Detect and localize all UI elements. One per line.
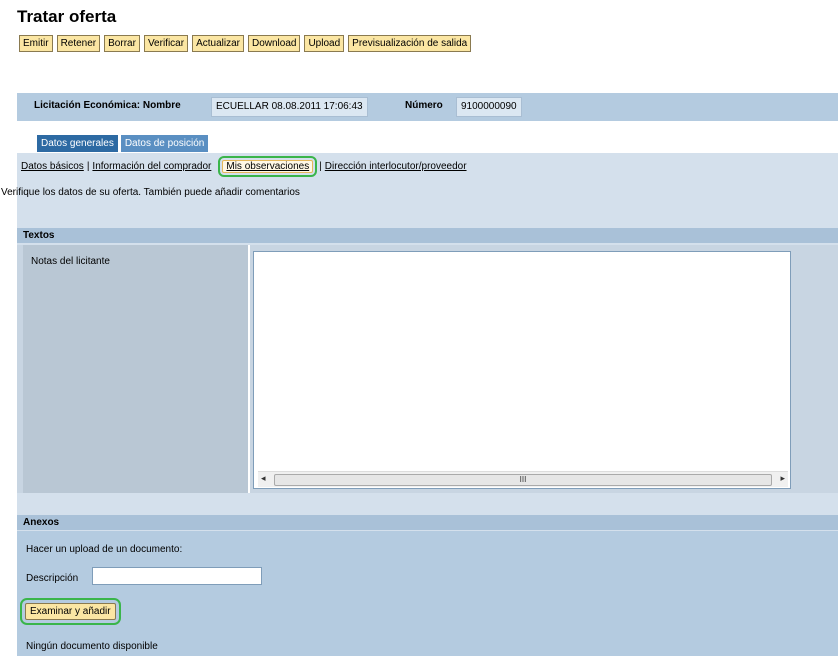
download-button[interactable]: Download: [247, 35, 301, 52]
notes-textarea[interactable]: [253, 251, 791, 489]
bid-name-value: ECUELLAR 08.08.2011 17:06:43: [211, 97, 368, 117]
upload-instruction: Hacer un upload de un documento:: [26, 544, 183, 555]
scroll-right-icon[interactable]: ▸: [780, 473, 785, 484]
browse-add-button[interactable]: Examinar y añadir: [20, 598, 121, 625]
description-input[interactable]: [92, 567, 262, 585]
scroll-left-icon[interactable]: ◂: [261, 473, 266, 484]
emitir-button[interactable]: Emitir: [19, 35, 53, 52]
subnav-mis-observaciones[interactable]: Mis observaciones: [218, 156, 318, 177]
subnav-datos-basicos[interactable]: Datos básicos: [21, 161, 84, 172]
anexos-section-header: Anexos: [17, 515, 838, 530]
toolbar: Emitir Retener Borrar Verificar Actualiz…: [19, 35, 472, 52]
subnav-direccion-interlocutor[interactable]: Dirección interlocutor/proveedor: [325, 161, 467, 172]
subnav: Datos básicos | Información del comprado…: [21, 156, 467, 177]
notes-horizontal-scrollbar[interactable]: ◂ III ▸: [258, 471, 788, 487]
no-documents-text: Ningún documento disponible: [26, 641, 158, 652]
page-title: Tratar oferta: [17, 7, 117, 26]
textos-label-column: [23, 245, 250, 493]
bid-number-label: Número: [405, 100, 443, 111]
subnav-info-comprador[interactable]: Información del comprador: [92, 161, 211, 172]
description-label: Descripción: [26, 573, 79, 584]
main-tabs: Datos generales Datos de posición: [37, 135, 209, 152]
preview-output-button[interactable]: Previsualización de salida: [348, 35, 472, 52]
subnav-separator: |: [86, 161, 90, 172]
actualizar-button[interactable]: Actualizar: [192, 35, 244, 52]
tab-datos-posicion[interactable]: Datos de posición: [120, 135, 209, 152]
retener-button[interactable]: Retener: [56, 35, 101, 52]
borrar-button[interactable]: Borrar: [104, 35, 140, 52]
upload-button[interactable]: Upload: [304, 35, 345, 52]
textos-section-header: Textos: [17, 228, 838, 243]
verificar-button[interactable]: Verificar: [143, 35, 189, 52]
intro-text: Verifique los datos de su oferta. Tambié…: [1, 187, 300, 198]
tab-datos-generales[interactable]: Datos generales: [37, 135, 118, 152]
subnav-separator: |: [319, 161, 322, 172]
notes-label: Notas del licitante: [31, 256, 110, 267]
scroll-thumb[interactable]: III: [274, 474, 772, 486]
bid-header: Licitación Económica: Nombre ECUELLAR 08…: [17, 93, 838, 121]
bid-number-value: 9100000090: [456, 97, 522, 117]
bid-name-label: Licitación Económica: Nombre: [34, 100, 181, 111]
